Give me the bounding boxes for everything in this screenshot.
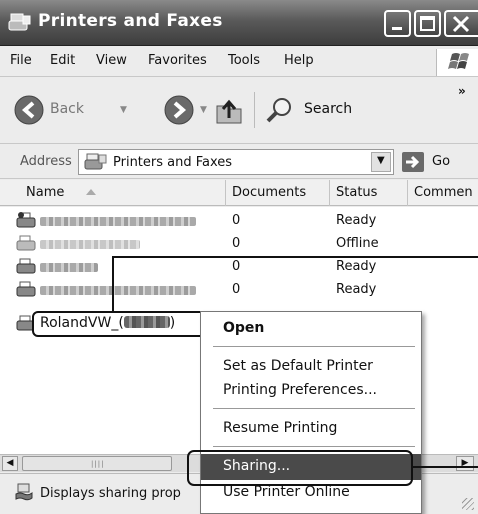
toolbar: Back ▼ ▼ Search »	[0, 78, 478, 144]
menu-edit[interactable]: Edit	[50, 53, 75, 68]
back-arrow-icon[interactable]	[14, 95, 44, 125]
toolbar-separator	[254, 92, 255, 128]
explorer-window: Printers and Faxes File Edit View Favori…	[0, 0, 478, 514]
printer-name-redacted	[40, 217, 196, 226]
printers-folder-icon	[84, 152, 108, 172]
printer-row[interactable]: 0 Ready	[0, 210, 478, 232]
address-input[interactable]: Printers and Faxes ▼	[78, 149, 394, 175]
forward-arrow-icon[interactable]	[164, 95, 194, 125]
forward-dropdown-icon[interactable]: ▼	[200, 105, 207, 115]
column-headers: Name Documents Status Commen	[0, 180, 478, 206]
go-arrow-icon[interactable]	[402, 152, 424, 172]
chevron-down-icon: ▼	[377, 155, 385, 166]
column-header-status-label: Status	[336, 185, 378, 200]
context-menu: Open Set as Default Printer Printing Pre…	[187, 311, 422, 514]
scroll-grip-icon: ||||	[91, 460, 105, 468]
back-button[interactable]: Back	[50, 101, 84, 117]
printer-status: Offline	[336, 236, 379, 251]
title-bar[interactable]: Printers and Faxes	[0, 0, 478, 46]
menu-bar: File Edit View Favorites Tools Help	[0, 47, 478, 77]
printer-name-redacted	[40, 286, 196, 295]
scroll-thumb[interactable]: ||||	[22, 456, 172, 471]
windows-logo-icon	[436, 49, 478, 76]
address-bar: Address Printers and Faxes ▼ Go	[0, 145, 478, 179]
printer-name-redacted	[40, 240, 140, 249]
address-label: Address	[20, 154, 72, 169]
column-header-documents-label: Documents	[232, 185, 307, 200]
printer-icon	[16, 257, 38, 277]
window-title: Printers and Faxes	[38, 11, 223, 31]
printer-row[interactable]: 0 Ready	[0, 256, 478, 278]
printer-documents: 0	[232, 282, 241, 297]
printer-status: Ready	[336, 213, 377, 228]
status-text: Displays sharing prop	[40, 486, 181, 501]
menu-favorites[interactable]: Favorites	[148, 53, 207, 68]
resize-grip-icon[interactable]	[462, 498, 474, 510]
printer-status: Ready	[336, 259, 377, 274]
printer-documents: 0	[232, 213, 241, 228]
toolbar-overflow-chevron[interactable]: »	[458, 84, 466, 98]
up-folder-icon[interactable]	[214, 94, 244, 126]
callout-leader-vertical	[112, 256, 114, 312]
printer-row[interactable]: 0 Ready	[0, 279, 478, 301]
menu-item-open[interactable]: Open	[223, 320, 264, 336]
sharing-callout-leader	[412, 466, 478, 468]
printer-status: Ready	[336, 282, 377, 297]
address-value: Printers and Faxes	[113, 155, 233, 170]
selected-printer-name: RolandVW_()	[40, 315, 175, 331]
printer-model-redacted	[123, 316, 170, 328]
menu-item-set-default-printer[interactable]: Set as Default Printer	[223, 358, 373, 374]
go-button[interactable]: Go	[432, 154, 450, 169]
column-header-status[interactable]: Status	[330, 180, 408, 206]
maximize-button[interactable]	[414, 10, 441, 37]
column-header-documents[interactable]: Documents	[226, 180, 330, 206]
printer-icon	[16, 280, 38, 300]
callout-leader-horizontal	[112, 256, 478, 258]
address-dropdown-button[interactable]: ▼	[371, 152, 391, 172]
search-icon[interactable]	[264, 95, 294, 125]
menu-file[interactable]: File	[10, 53, 32, 68]
printer-icon	[16, 234, 38, 254]
search-button[interactable]: Search	[304, 101, 352, 117]
menu-help[interactable]: Help	[284, 53, 314, 68]
sharing-hand-icon	[14, 482, 34, 502]
column-header-name[interactable]: Name	[0, 180, 226, 206]
menu-item-printing-preferences[interactable]: Printing Preferences...	[223, 382, 377, 398]
selected-printer-row[interactable]: RolandVW_()	[14, 311, 207, 337]
selected-printer-name-prefix: RolandVW_(	[40, 315, 124, 331]
scroll-left-arrow-icon[interactable]: ◀	[2, 456, 18, 471]
menu-item-use-printer-online[interactable]: Use Printer Online	[223, 484, 350, 500]
close-button[interactable]	[444, 10, 478, 37]
minimize-button[interactable]	[384, 10, 411, 37]
column-header-comments[interactable]: Commen	[408, 180, 478, 206]
menu-separator	[213, 346, 415, 347]
selected-printer-name-suffix: )	[169, 315, 176, 331]
printer-row[interactable]: 0 Offline	[0, 233, 478, 255]
printers-folder-icon	[8, 12, 32, 34]
column-header-name-label: Name	[26, 185, 65, 200]
column-header-comments-label: Commen	[414, 185, 473, 200]
menu-separator	[213, 446, 415, 447]
menu-view[interactable]: View	[96, 53, 127, 68]
menu-item-resume-printing[interactable]: Resume Printing	[223, 420, 337, 436]
scroll-right-arrow-icon[interactable]: ▶	[456, 456, 474, 471]
sort-ascending-icon	[86, 189, 96, 195]
printer-name-redacted	[40, 263, 98, 272]
printer-documents: 0	[232, 259, 241, 274]
sharing-callout	[187, 450, 413, 486]
menu-tools[interactable]: Tools	[228, 53, 260, 68]
back-dropdown-icon[interactable]: ▼	[120, 105, 127, 115]
menu-separator	[213, 408, 415, 409]
default-printer-icon	[16, 211, 38, 231]
printer-documents: 0	[232, 236, 241, 251]
